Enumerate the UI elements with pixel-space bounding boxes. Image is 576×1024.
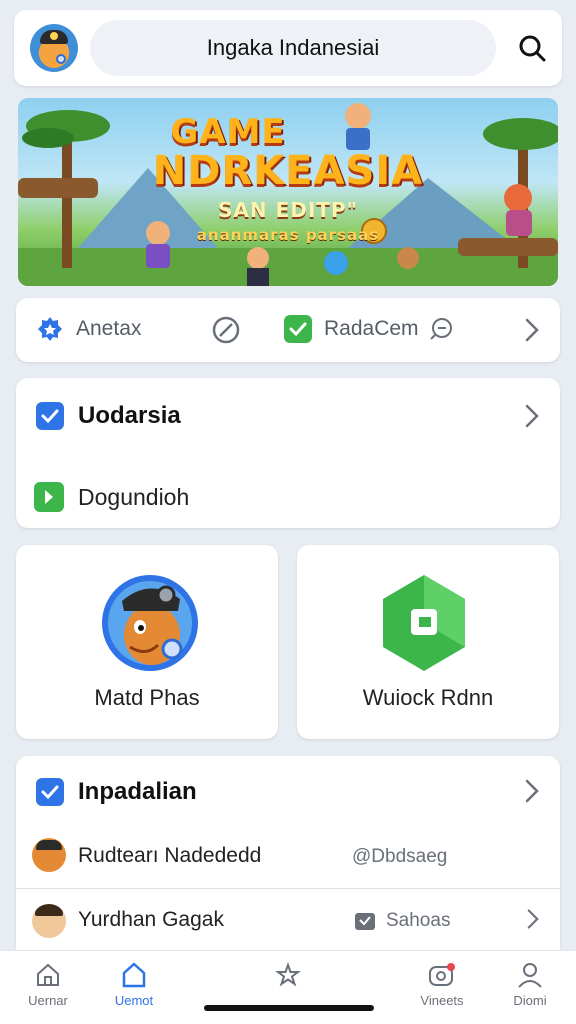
nav-label: Diomi [513,993,547,1008]
banner-title-line2: NDRKEASIA [152,148,424,194]
chevron-right-icon[interactable] [526,908,540,930]
tile-app-label: Wuiock Rdnn [362,685,494,710]
checkbox-checked-icon[interactable] [36,778,64,806]
profile-icon [518,963,542,988]
tile-character[interactable]: Matd Phas [16,545,278,739]
gamer-avatar-icon[interactable] [30,24,78,72]
search-icon[interactable] [516,32,548,64]
banner-subtitle: SAN EDITP" [217,198,358,222]
search-bar[interactable]: Ingaka Indanesiai [90,20,496,76]
avatar [32,904,66,938]
nav-item-featured[interactable] [248,961,328,993]
house-outline-icon [122,962,146,988]
hexagon-app-icon [383,575,465,671]
section-title: Inpadalian [78,778,197,805]
nav-label: Uernar [28,993,68,1008]
list-item[interactable]: Dogundioh [78,484,189,511]
folder-icon [355,913,375,930]
green-app-icon [34,482,64,512]
nav-item-vineets[interactable]: Vineets [402,961,482,1008]
top-bar: Ingaka Indanesiai [14,10,562,86]
quick-actions-bar: Anetax RadaCem [16,298,560,362]
nav-item-uemot[interactable]: Uemot [94,961,174,1008]
star-badge-icon [38,317,62,341]
home-icon [37,963,59,986]
avatar [32,838,66,872]
banner-title-line1: GAME [170,112,286,152]
checkbox-checked-icon[interactable] [36,402,64,430]
list-item-meta: Sahoas [386,910,451,931]
tile-character-label: Matd Phas [94,685,200,710]
action-radacem[interactable]: RadaCem [284,315,453,343]
character-avatar-icon [102,575,198,671]
divider [16,888,560,889]
notification-icon [429,963,455,986]
check-icon [284,315,312,343]
nav-item-uernar[interactable]: Uernar [8,961,88,1008]
nav-item-diomi[interactable]: Diomi [490,961,570,1008]
action-anetax[interactable]: Anetax [36,315,141,343]
home-indicator[interactable] [204,1005,374,1011]
action-radacem-label: RadaCem [324,317,419,340]
chevron-right-icon[interactable] [524,778,540,804]
chevron-right-icon[interactable] [524,403,540,429]
section-inpadalian: Inpadalian Rudtearı Nadededd @Dbdsaeg Yu… [16,756,560,956]
tile-app[interactable]: Wuiock Rdnn [297,545,559,739]
nav-label: Uemot [114,993,154,1008]
compass-icon[interactable] [212,316,240,344]
section-title: Uodarsia [78,402,181,429]
chat-bubble-icon [429,318,452,340]
star-sparkle-icon [275,962,301,987]
list-item-meta: @Dbdsaeg [352,846,448,867]
app-title: Ingaka Indanesiai [206,35,380,60]
action-anetax-label: Anetax [76,317,142,340]
section-uodarsia: Uodarsia Dogundioh [16,378,560,528]
list-item-name[interactable]: Yurdhan Gagak [78,908,224,932]
list-item-name[interactable]: Rudtearı Nadededd [78,844,261,868]
game-banner[interactable]: GAME NDRKEASIA SAN EDITP" ananmaras pars… [18,98,558,286]
banner-tagline: ananmaras parsaas [196,226,380,244]
nav-label: Vineets [420,993,464,1008]
chevron-right-icon[interactable] [524,317,540,343]
bottom-navigation: Uernar Uemot Vineets Diomi [0,950,576,1024]
